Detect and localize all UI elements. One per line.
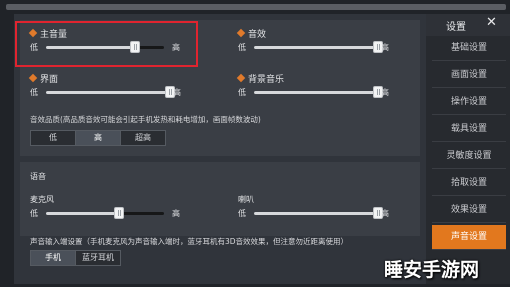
sidebar-item-basic[interactable]: 基础设置 <box>432 36 506 61</box>
ui-high-label: 高 <box>173 88 181 97</box>
voice-section-label: 语音 <box>30 172 46 181</box>
voice-input-selector: 手机 蓝牙耳机 <box>30 250 121 266</box>
quality-option-ultra[interactable]: 超高 <box>121 131 165 145</box>
settings-sidebar: 设置 ✕ 基础设置 画面设置 操作设置 载具设置 灵敏度设置 拾取设置 效果设置… <box>426 14 510 284</box>
sidebar-header: 设置 ✕ <box>426 14 510 36</box>
speaker-high-label: 高 <box>381 209 389 218</box>
mic-label: 麦克风 <box>30 195 54 204</box>
top-bar <box>6 4 506 10</box>
settings-title: 设置 <box>446 22 466 33</box>
sidebar-item-vehicle[interactable]: 载具设置 <box>432 117 506 142</box>
input-option-bluetooth[interactable]: 蓝牙耳机 <box>76 251 120 265</box>
sidebar-item-sound[interactable]: 声音设置 <box>432 225 506 250</box>
ui-sound-label: 界面 <box>28 72 58 85</box>
mic-thumb[interactable] <box>114 207 124 219</box>
slider-fill <box>254 212 378 215</box>
bgm-high-label: 高 <box>381 88 389 97</box>
ui-low-label: 低 <box>30 88 38 97</box>
watermark-text: 睡安手游网 <box>384 259 480 281</box>
game-settings-window: 主音量 低 高 音效 低 高 界面 低 高 背景音乐 低 高 音效品质(高品质音… <box>0 0 510 287</box>
diamond-icon <box>236 73 246 83</box>
sfx-low-label: 低 <box>238 43 246 52</box>
quality-option-high[interactable]: 高 <box>76 131 121 145</box>
voice-section <box>20 162 420 236</box>
sidebar-item-controls[interactable]: 操作设置 <box>432 90 506 115</box>
sidebar-item-sensitivity[interactable]: 灵敏度设置 <box>432 144 506 169</box>
slider-fill <box>254 46 378 49</box>
bgm-low-label: 低 <box>238 88 246 97</box>
slider-fill <box>254 91 378 94</box>
sidebar-item-effects[interactable]: 效果设置 <box>432 198 506 223</box>
input-option-phone[interactable]: 手机 <box>31 251 76 265</box>
sound-quality-note: 音效品质(高品质音效可能会引起手机发热和耗电增加，画面帧数波动) <box>30 115 261 124</box>
slider-fill <box>46 91 170 94</box>
speaker-label: 喇叭 <box>238 195 254 204</box>
speaker-slider[interactable] <box>254 212 378 215</box>
mic-slider[interactable] <box>46 212 164 215</box>
diamond-icon <box>236 28 246 38</box>
ui-sound-slider[interactable] <box>46 91 170 94</box>
mic-low-label: 低 <box>30 209 38 218</box>
voice-input-note: 声音输入端设置（手机麦克风为声音输入端时，蓝牙耳机有3D音效效果，但注意勿近距离… <box>30 237 349 246</box>
mic-high-label: 高 <box>172 209 180 218</box>
bgm-slider[interactable] <box>254 91 378 94</box>
quality-option-low[interactable]: 低 <box>31 131 76 145</box>
close-icon[interactable]: ✕ <box>486 15 497 30</box>
highlight-box <box>15 21 198 67</box>
sfx-slider[interactable] <box>254 46 378 49</box>
slider-fill <box>46 212 120 215</box>
sidebar-item-graphics[interactable]: 画面设置 <box>432 63 506 88</box>
sidebar-item-pickup[interactable]: 拾取设置 <box>432 171 506 196</box>
sfx-label: 音效 <box>236 27 266 40</box>
speaker-low-label: 低 <box>238 209 246 218</box>
bgm-label: 背景音乐 <box>236 72 284 85</box>
sound-quality-selector: 低 高 超高 <box>30 130 166 146</box>
sfx-high-label: 高 <box>381 43 389 52</box>
diamond-icon <box>28 73 38 83</box>
